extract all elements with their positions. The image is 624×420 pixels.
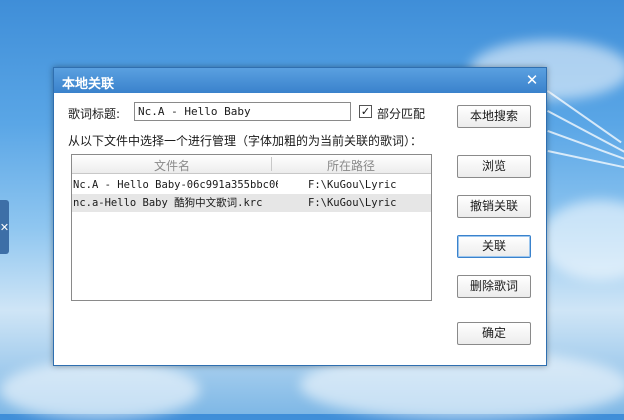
instruction-text: 从以下文件中选择一个进行管理（字体加粗的为当前关联的歌词）： [68, 134, 423, 148]
checkmark-icon: ✓ [360, 105, 371, 118]
partial-match-checkbox[interactable]: ✓ [359, 105, 372, 118]
ok-button[interactable]: 确定 [457, 322, 531, 345]
delete-lyric-button[interactable]: 删除歌词 [457, 275, 531, 298]
close-icon[interactable]: ✕ [524, 72, 540, 88]
list-item-filename: nc.a-Hello Baby 酷狗中文歌词.krc [73, 197, 263, 209]
list-item[interactable]: Nc.A - Hello Baby-06c991a355bbc06 F:\KuG… [72, 176, 431, 194]
dialog-title: 本地关联 [62, 77, 115, 92]
column-divider[interactable] [271, 157, 272, 171]
local-link-dialog: 本地关联 ✕ 歌词标题: Nc.A - Hello Baby ✓ 部分匹配 从以… [53, 67, 547, 366]
list-item-selected[interactable]: nc.a-Hello Baby 酷狗中文歌词.krc F:\KuGou\Lyri… [72, 194, 431, 212]
side-tab-icon: ✕ [0, 220, 10, 234]
lyric-title-label: 歌词标题: [68, 107, 121, 121]
browse-button[interactable]: 浏览 [457, 155, 531, 178]
lyric-file-list[interactable]: 文件名 所在路径 Nc.A - Hello Baby-06c991a355bbc… [71, 154, 432, 301]
list-item-path: F:\KuGou\Lyric [308, 179, 397, 191]
local-search-button[interactable]: 本地搜索 [457, 105, 531, 128]
partial-match-label: 部分匹配 [377, 107, 426, 121]
dialog-titlebar[interactable]: 本地关联 ✕ [54, 68, 546, 93]
side-collapse-tab[interactable]: ✕ [0, 200, 9, 254]
column-header-path[interactable]: 所在路径 [327, 157, 375, 174]
lyric-title-input[interactable]: Nc.A - Hello Baby [134, 102, 351, 121]
unlink-button[interactable]: 撤销关联 [457, 195, 531, 218]
link-button[interactable]: 关联 [457, 235, 531, 258]
list-header: 文件名 所在路径 [72, 155, 431, 174]
list-item-path: F:\KuGou\Lyric [308, 197, 397, 209]
list-item-filename: Nc.A - Hello Baby-06c991a355bbc06 [73, 179, 278, 191]
column-header-filename[interactable]: 文件名 [154, 157, 190, 174]
